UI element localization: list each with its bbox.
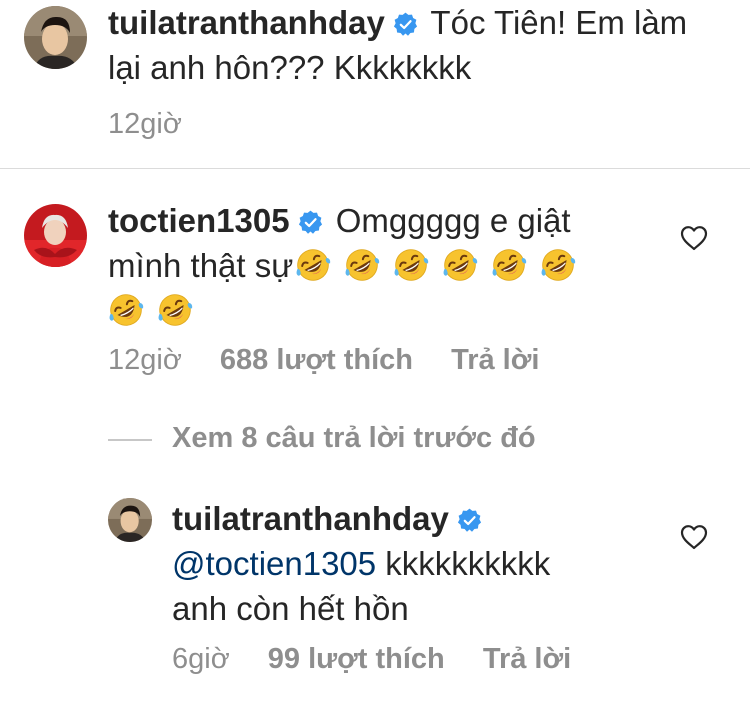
reply-comment-text: tuilatranthanhday @toctien1305 kkkkkkkkk… bbox=[172, 496, 672, 631]
like-heart-icon[interactable] bbox=[680, 225, 708, 251]
avatar[interactable] bbox=[24, 6, 87, 69]
likes-count[interactable]: 688 lượt thích bbox=[220, 344, 413, 376]
tien-comment-text-line1: Omggggg e giật bbox=[326, 202, 571, 239]
main-comment-text-line2: lại anh hôn??? Kkkkkkkk bbox=[108, 49, 472, 86]
reply-meta: 6giờ 99 lượt thích Trả lời bbox=[172, 643, 571, 676]
divider bbox=[0, 168, 750, 169]
rofl-emoji-icon bbox=[344, 247, 380, 283]
verified-badge-icon bbox=[298, 210, 323, 235]
reply-text-line1: kkkkkkkkkk bbox=[376, 545, 551, 582]
avatar[interactable] bbox=[24, 204, 87, 267]
tien-comment-meta: 12giờ 688 lượt thích Trả lời bbox=[108, 344, 539, 377]
main-comment-text: tuilatranthanhday Tóc Tiên! Em làm lại a… bbox=[108, 0, 738, 90]
timestamp: 12giờ bbox=[108, 108, 182, 140]
rofl-emoji-icon bbox=[157, 292, 193, 328]
verified-badge-icon bbox=[457, 508, 482, 533]
likes-count[interactable]: 99 lượt thích bbox=[268, 643, 445, 675]
main-comment-username[interactable]: tuilatranthanhday bbox=[108, 4, 385, 41]
rofl-emoji-icon bbox=[295, 247, 331, 283]
tien-comment-username[interactable]: toctien1305 bbox=[108, 202, 290, 239]
timestamp: 12giờ bbox=[108, 344, 182, 376]
rofl-emoji-icon bbox=[491, 247, 527, 283]
view-previous-replies-button[interactable]: Xem 8 câu trả lời trước đó bbox=[172, 422, 536, 455]
mention-link[interactable]: @toctien1305 bbox=[172, 545, 376, 582]
reply-text-line2: anh còn hết hồn bbox=[172, 590, 409, 627]
rofl-emoji-icon bbox=[108, 292, 144, 328]
tien-comment-text: toctien1305 Omggggg e giật mình thật sự bbox=[108, 198, 668, 333]
reply-username[interactable]: tuilatranthanhday bbox=[172, 500, 449, 537]
avatar[interactable] bbox=[108, 498, 152, 542]
rofl-emoji-icon bbox=[442, 247, 478, 283]
verified-badge-icon bbox=[393, 12, 418, 37]
tien-comment-text-line2: mình thật sự bbox=[108, 247, 294, 284]
reply-button[interactable]: Trả lời bbox=[483, 643, 571, 675]
like-heart-icon[interactable] bbox=[680, 524, 708, 550]
rofl-emoji-icon bbox=[393, 247, 429, 283]
reply-button[interactable]: Trả lời bbox=[451, 344, 539, 376]
main-comment-text-line1: Tóc Tiên! Em làm bbox=[421, 4, 688, 41]
rofl-emoji-icon bbox=[540, 247, 576, 283]
timestamp: 6giờ bbox=[172, 643, 230, 675]
view-previous-replies-label: Xem 8 câu trả lời trước đó bbox=[172, 422, 536, 454]
main-comment-time: 12giờ bbox=[108, 108, 182, 141]
replies-divider-line bbox=[108, 439, 152, 441]
